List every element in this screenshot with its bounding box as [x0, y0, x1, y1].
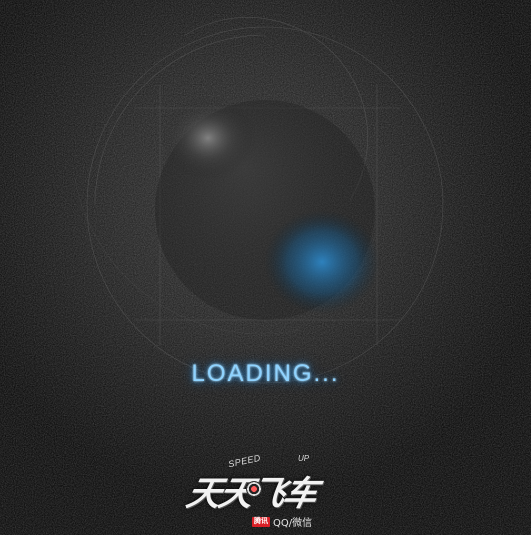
platform-text: QQ/微信: [273, 518, 313, 529]
publisher-badge: 腾讯: [252, 516, 270, 527]
loading-emblem: [74, 17, 444, 384]
blue-glow: [264, 210, 380, 314]
wheel-icon: [246, 481, 262, 497]
noise-texture: [0, 0, 531, 535]
loading-screen: LOADING... SPEED UP 天天飞车 腾讯 QQ/微信: [0, 0, 531, 535]
outer-ring: [86, 26, 444, 384]
lower-arc: [74, 179, 301, 335]
spiral-arc: [184, 17, 368, 201]
logo-footer: 腾讯 QQ/微信: [252, 514, 312, 529]
sphere: [155, 100, 375, 320]
loading-label: LOADING...: [191, 360, 340, 387]
logo-tagline-up: UP: [298, 454, 310, 463]
highlight-glow: [160, 96, 256, 180]
inner-arc: [94, 34, 266, 206]
game-logo: SPEED UP 天天飞车 腾讯 QQ/微信: [183, 453, 348, 529]
